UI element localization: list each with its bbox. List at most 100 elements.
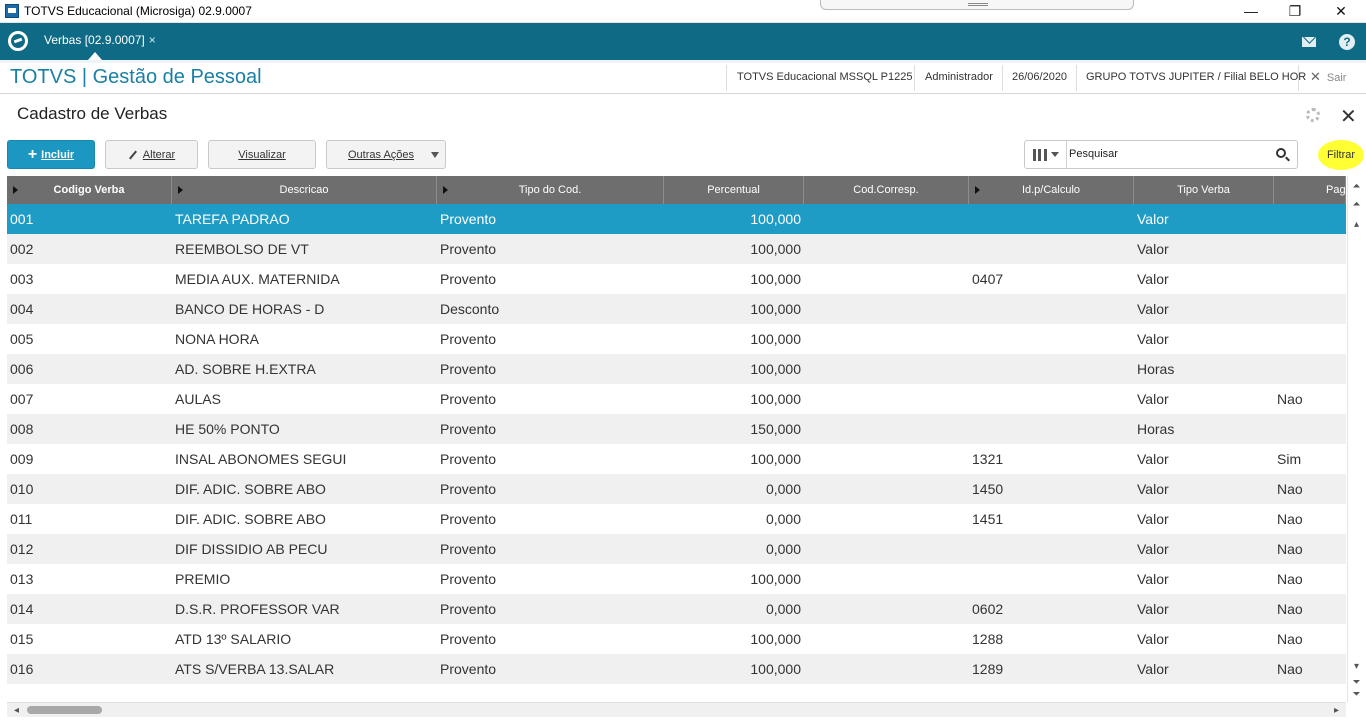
cell-cod-corresp <box>804 204 969 234</box>
grid-body: 001 TAREFA PADRAO Provento 100,000 Valor 002 R… <box>7 204 1346 684</box>
scroll-right-icon[interactable]: ▸ <box>1329 703 1344 718</box>
scroll-top-icon[interactable]: ⏶ <box>1348 180 1365 194</box>
cell-id-calculo: 1451 <box>972 511 1004 527</box>
table-row[interactable]: 010 DIF. ADIC. SOBRE ABO Provento 0,000 1450… <box>7 474 1346 504</box>
mail-button[interactable] <box>1290 23 1328 60</box>
incluir-button[interactable]: + Incluir <box>7 140 95 169</box>
window-title: TOTVS Educacional (Microsiga) 02.9.0007 <box>24 4 252 18</box>
column-header-pag[interactable]: Pag <box>1274 176 1346 204</box>
cell-tipo-verba: Valor <box>1137 271 1169 287</box>
column-header-cod-corresp[interactable]: Cod.Corresp. <box>804 176 969 204</box>
cell-codigo: 012 <box>10 541 34 557</box>
totvs-logo-icon[interactable] <box>8 31 28 51</box>
column-header-descricao[interactable]: Descricao <box>172 176 437 204</box>
table-row[interactable]: 003 MEDIA AUX. MATERNIDA Provento 100,000 04… <box>7 264 1346 294</box>
table-row[interactable]: 016 ATS S/VERBA 13.SALAR Provento 100,000 12… <box>7 654 1346 684</box>
restore-button[interactable]: ❐ <box>1272 0 1318 23</box>
table-row[interactable]: 011 DIF. ADIC. SOBRE ABO Provento 0,000 1451… <box>7 504 1346 534</box>
scroll-page-up-icon[interactable]: ⏶ <box>1348 198 1365 212</box>
cell-tipo-cod: Provento <box>440 631 497 647</box>
column-header-tipo-verba[interactable]: Tipo Verba <box>1134 176 1274 204</box>
column-header-tipo-cod[interactable]: Tipo do Cod. <box>437 176 664 204</box>
cell-id-calculo <box>969 354 1134 384</box>
cell-descricao: DIF DISSIDIO AB PECU <box>175 541 328 557</box>
page-title: Cadastro de Verbas <box>17 104 168 123</box>
column-header-percentual[interactable]: Percentual <box>664 176 804 204</box>
column-header-codigo[interactable]: Codigo Verba <box>7 176 172 204</box>
table-row[interactable]: 015 ATD 13º SALARIO Provento 100,000 1288 Val… <box>7 624 1346 654</box>
sort-arrow-icon <box>975 186 980 194</box>
help-button[interactable]: ? <box>1328 23 1366 60</box>
exit-label: Sair <box>1326 72 1347 84</box>
date-info: 26/06/2020 <box>1012 71 1068 83</box>
table-row[interactable]: 001 TAREFA PADRAO Provento 100,000 Valor <box>7 204 1346 234</box>
cell-cod-corresp <box>804 294 969 324</box>
cell-tipo-cod: Provento <box>440 541 497 557</box>
table-row[interactable]: 013 PREMIO Provento 100,000 Valor Nao <box>7 564 1346 594</box>
cell-tipo-cod: Provento <box>440 421 497 437</box>
cell-tipo-cod: Desconto <box>440 301 500 317</box>
outras-acoes-button[interactable]: Outras Ações <box>326 140 446 169</box>
alterar-button[interactable]: Alterar <box>105 140 198 169</box>
active-tab-indicator <box>88 52 102 60</box>
exit-button[interactable]: ✕ Sair <box>1310 69 1346 85</box>
scroll-down-icon[interactable]: ▾ <box>1348 660 1365 674</box>
cell-descricao: PREMIO <box>175 571 231 587</box>
cell-tipo-cod: Provento <box>440 661 497 677</box>
cell-cod-corresp <box>804 594 969 624</box>
scroll-bottom-icon[interactable]: ⏷ <box>1348 688 1365 702</box>
scroll-up-icon[interactable]: ▴ <box>1348 218 1365 232</box>
cell-tipo-verba: Valor <box>1137 241 1169 257</box>
scroll-left-icon[interactable]: ◂ <box>9 703 24 718</box>
table-row[interactable]: 006 AD. SOBRE H.EXTRA Provento 100,000 Horas <box>7 354 1346 384</box>
horizontal-scrollbar[interactable]: ◂ ▸ <box>7 702 1346 717</box>
close-window-button[interactable]: ✕ <box>1318 0 1364 23</box>
table-row[interactable]: 007 AULAS Provento 100,000 Valor Nao <box>7 384 1346 414</box>
environment-info: TOTVS Educacional MSSQL P1225 <box>737 71 913 83</box>
table-row[interactable]: 012 DIF DISSIDIO AB PECU Provento 0,000 Valo… <box>7 534 1346 564</box>
search-input[interactable] <box>1069 144 1269 164</box>
cell-pag: Nao <box>1277 661 1303 677</box>
table-row[interactable]: 009 INSAL ABONOMES SEGUI Provento 100,000 13… <box>7 444 1346 474</box>
cell-descricao: AULAS <box>175 391 221 407</box>
sort-arrow-icon <box>13 186 18 194</box>
column-header-id-calculo[interactable]: Id.p/Calculo <box>969 176 1134 204</box>
chevron-down-icon <box>431 152 439 158</box>
alterar-label: Alterar <box>142 148 176 161</box>
table-row[interactable]: 005 NONA HORA Provento 100,000 Valor <box>7 324 1346 354</box>
cell-cod-corresp <box>804 234 969 264</box>
column-label: Descricao <box>279 184 329 196</box>
minimize-button[interactable]: — <box>1228 0 1274 23</box>
gear-icon[interactable] <box>1306 108 1320 122</box>
cell-pag: Nao <box>1277 631 1303 647</box>
filtrar-button[interactable]: Filtrar <box>1318 140 1364 170</box>
table-row[interactable]: 002 REEMBOLSO DE VT Provento 100,000 Valor <box>7 234 1346 264</box>
cell-tipo-cod: Provento <box>440 361 497 377</box>
table-row[interactable]: 004 BANCO DE HORAS - D Desconto 100,000 Valo… <box>7 294 1346 324</box>
cell-pag: Sim <box>1277 451 1302 467</box>
tab-close-icon[interactable]: × <box>149 33 156 47</box>
cell-pag <box>1274 354 1346 384</box>
table-row[interactable]: 008 HE 50% PONTO Provento 150,000 Horas <box>7 414 1346 444</box>
cell-codigo: 005 <box>10 331 34 347</box>
visualizar-button[interactable]: Visualizar <box>208 140 316 169</box>
cell-id-calculo <box>969 204 1134 234</box>
close-page-button[interactable]: ✕ <box>1340 104 1357 129</box>
column-selector[interactable] <box>1025 141 1067 168</box>
cell-pag: Nao <box>1277 511 1303 527</box>
column-label: Id.p/Calculo <box>1021 184 1081 196</box>
divider <box>726 65 727 91</box>
cell-cod-corresp <box>804 534 969 564</box>
search-icon[interactable] <box>1276 148 1286 158</box>
cell-percentual: 0,000 <box>765 541 801 557</box>
window-drag-handle[interactable] <box>820 0 1134 10</box>
cell-tipo-verba: Valor <box>1137 541 1169 557</box>
table-row[interactable]: 014 D.S.R. PROFESSOR VAR Provento 0,000 0602… <box>7 594 1346 624</box>
cell-pag <box>1274 234 1346 264</box>
cell-descricao: HE 50% PONTO <box>175 421 280 437</box>
vertical-scrollbar[interactable]: ⏶ ⏶ ▴ ▾ ⏷ ⏷ <box>1347 176 1364 702</box>
horizontal-scroll-thumb[interactable] <box>27 706 102 714</box>
cell-descricao: ATD 13º SALARIO <box>175 631 292 647</box>
cell-codigo: 011 <box>10 511 33 527</box>
cell-percentual: 100,000 <box>750 451 801 467</box>
